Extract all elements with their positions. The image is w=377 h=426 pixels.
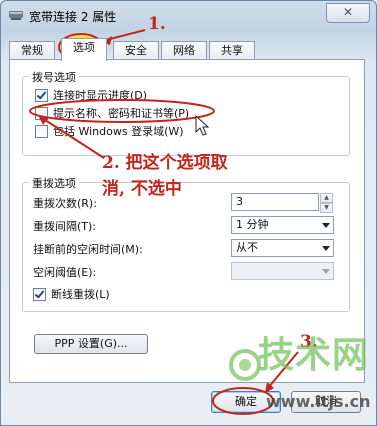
redial-if-dropped-option[interactable]: 断线重拨(L)	[33, 286, 110, 302]
chevron-down-icon	[322, 223, 330, 228]
idle-hangup-label: 挂断前的空闲时间(M):	[33, 243, 143, 256]
prompt-credentials-option[interactable]: 提示名称、密码和证书等(P)	[35, 105, 189, 121]
cancel-button[interactable]: 取消	[291, 391, 361, 413]
include-logon-domain-label: 包括 Windows 登录域(W)	[53, 125, 184, 138]
idle-hangup-select[interactable]: 从不	[231, 239, 334, 257]
title-bar: 宽带连接 2 属性 ✕	[1, 1, 376, 31]
include-logon-domain-checkbox[interactable]	[35, 124, 48, 138]
spin-up-icon[interactable]: ▲	[320, 193, 333, 203]
dial-options-title: 拨号选项	[29, 69, 79, 85]
close-button[interactable]: ✕	[326, 3, 370, 23]
redial-options-title: 重拨选项	[29, 175, 79, 191]
idle-threshold-label: 空闲阈值(E):	[33, 266, 97, 279]
redial-interval-select[interactable]: 1 分钟	[231, 216, 334, 234]
dial-options-group: 拨号选项 连接时显示进度(D) 提示名称、密码和证书等(P) 包括 Window…	[22, 69, 350, 156]
redial-if-dropped-label: 断线重拨(L)	[51, 288, 110, 301]
prompt-credentials-label: 提示名称、密码和证书等(P)	[53, 107, 190, 120]
redial-attempts-spinner[interactable]: ▲ ▼	[320, 193, 333, 213]
idle-threshold-select	[231, 262, 334, 280]
redial-if-dropped-checkbox[interactable]	[33, 287, 46, 301]
tab-strip: 常规 选项 安全 网络 共享	[9, 38, 365, 61]
properties-dialog: 宽带连接 2 属性 ✕ 常规 选项 安全 网络 共享 拨号选项 连接时显示进度(…	[0, 0, 377, 426]
redial-attempts-label: 重拨次数(R):	[33, 197, 97, 210]
chevron-down-icon	[322, 246, 330, 251]
redial-interval-value: 1 分钟	[236, 218, 269, 231]
prompt-credentials-checkbox[interactable]	[35, 106, 48, 120]
redial-options-group: 重拨选项 重拨次数(R): 3 ▲ ▼ 重拨间隔(T): 1 分钟 挂断前的空闲…	[22, 175, 350, 312]
idle-hangup-value: 从不	[236, 241, 258, 254]
show-progress-option[interactable]: 连接时显示进度(D)	[35, 87, 147, 103]
ok-button[interactable]: 确定	[211, 391, 281, 413]
network-connection-icon	[9, 11, 23, 20]
chevron-down-icon	[322, 269, 330, 274]
include-logon-domain-option[interactable]: 包括 Windows 登录域(W)	[35, 123, 184, 139]
ppp-settings-button[interactable]: PPP 设置(G)...	[34, 334, 148, 354]
tab-security[interactable]: 安全	[113, 41, 159, 60]
options-panel: 拨号选项 连接时显示进度(D) 提示名称、密码和证书等(P) 包括 Window…	[9, 59, 365, 383]
tab-general[interactable]: 常规	[9, 41, 55, 60]
spin-down-icon[interactable]: ▼	[320, 203, 333, 213]
redial-interval-label: 重拨间隔(T):	[33, 220, 97, 233]
tab-networking[interactable]: 网络	[161, 41, 207, 60]
redial-attempts-input[interactable]: 3	[231, 193, 319, 211]
show-progress-label: 连接时显示进度(D)	[53, 89, 148, 102]
tab-options[interactable]: 选项	[61, 38, 107, 61]
tab-sharing[interactable]: 共享	[209, 41, 255, 60]
window-title: 宽带连接 2 属性	[29, 10, 117, 24]
show-progress-checkbox[interactable]	[35, 88, 48, 102]
